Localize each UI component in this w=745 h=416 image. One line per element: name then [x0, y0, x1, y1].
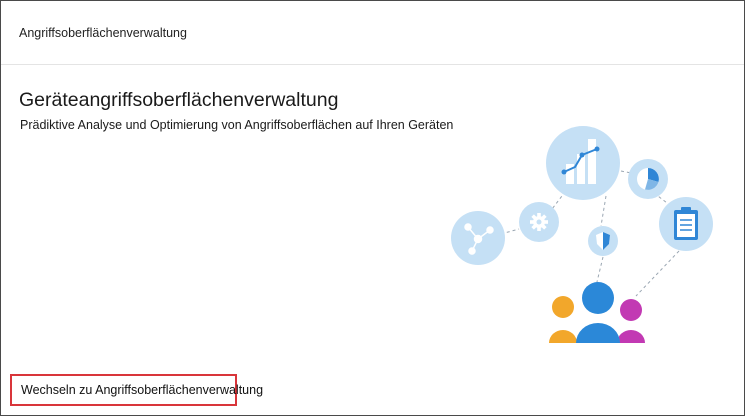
- pie-chart-icon: [628, 159, 668, 199]
- gear-icon: [519, 202, 559, 242]
- app-window: Angriffsoberflächenverwaltung Geräteangr…: [0, 0, 745, 416]
- network-icon: [451, 211, 505, 265]
- people-icon: [549, 282, 645, 343]
- switch-to-attack-surface-link[interactable]: Wechseln zu Angriffsoberflächenverwaltun…: [10, 374, 263, 406]
- page-subtitle: Prädiktive Analyse und Optimierung von A…: [20, 118, 454, 132]
- clipboard-icon: [659, 197, 713, 251]
- chart-icon: [546, 126, 620, 200]
- breadcrumb: Angriffsoberflächenverwaltung: [19, 25, 187, 40]
- page-title: Geräteangriffsoberflächenverwaltung: [19, 89, 339, 111]
- shield-icon: [588, 226, 618, 256]
- header: Angriffsoberflächenverwaltung: [1, 1, 744, 65]
- attack-surface-illustration: [451, 126, 713, 343]
